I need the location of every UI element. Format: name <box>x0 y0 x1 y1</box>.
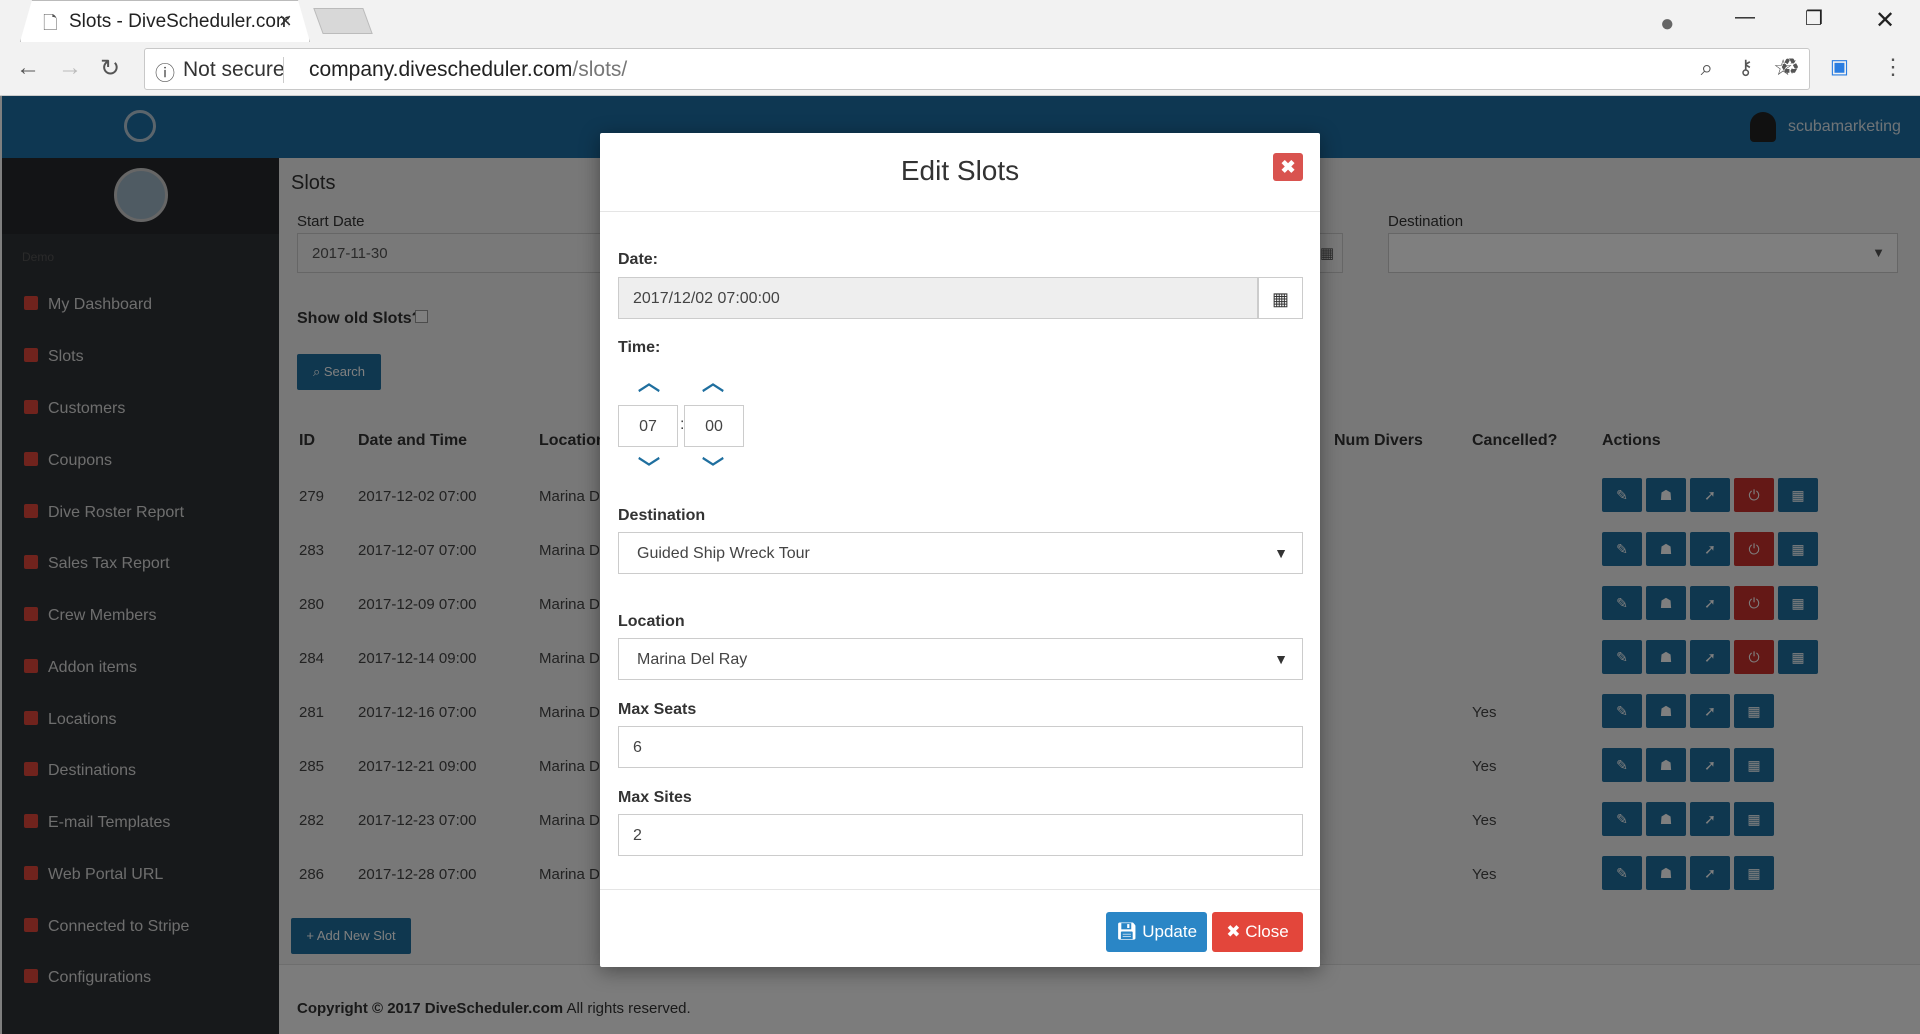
chevron-down-icon: ▼ <box>1274 545 1288 561</box>
time-label: Time: <box>618 339 661 356</box>
extension-recycle-icon[interactable]: ♻ <box>1780 54 1800 80</box>
address-bar[interactable]: ⓘ Not secure company.divescheduler.com/s… <box>144 48 1810 90</box>
browser-tab[interactable]: 🗋 Slots - DiveScheduler.com × <box>20 0 310 42</box>
max-seats-label: Max Seats <box>618 701 697 718</box>
max-seats-input[interactable]: 6 <box>618 726 1303 768</box>
minimize-icon[interactable]: — <box>1735 6 1755 29</box>
url-text: company.divescheduler.com/slots/ <box>309 58 628 81</box>
back-icon[interactable]: ← <box>16 54 40 82</box>
chevron-down-icon: ▼ <box>1274 651 1288 667</box>
info-icon[interactable]: ⓘ <box>155 57 175 86</box>
minute-up-chevron-icon[interactable]: ︿ <box>702 365 724 397</box>
profile-icon[interactable]: ● <box>1660 10 1675 38</box>
location-label: Location <box>618 613 685 630</box>
hour-up-chevron-icon[interactable]: ︿ <box>638 365 660 397</box>
minute-input[interactable]: 00 <box>684 405 744 447</box>
max-sites-input[interactable]: 2 <box>618 814 1303 856</box>
calendar-icon[interactable]: ▦ <box>1258 277 1303 319</box>
destination-select[interactable]: Guided Ship Wreck Tour ▼ <box>618 532 1303 574</box>
location-select[interactable]: Marina Del Ray ▼ <box>618 638 1303 680</box>
security-label: Not secure <box>183 58 285 81</box>
menu-icon[interactable]: ⋮ <box>1882 54 1904 80</box>
extension-cast-icon[interactable]: ▣ <box>1830 54 1849 79</box>
window-close-icon[interactable]: ✕ <box>1875 6 1895 35</box>
save-icon: 💾︎ <box>1115 922 1143 941</box>
hour-input[interactable]: 07 <box>618 405 678 447</box>
browser-chrome: 🗋 Slots - DiveScheduler.com × ● — ❐ ✕ ← … <box>0 0 1920 96</box>
date-label: Date: <box>618 251 659 268</box>
restore-icon[interactable]: ❐ <box>1805 6 1823 31</box>
forward-icon[interactable]: → <box>58 54 82 82</box>
zoom-icon[interactable]: ⌕ <box>1701 55 1713 81</box>
max-sites-label: Max Sites <box>618 789 692 806</box>
key-icon[interactable]: ⚷ <box>1738 55 1753 80</box>
close-icon: ✖ <box>1226 922 1246 941</box>
hour-down-chevron-icon[interactable]: ﹀ <box>638 451 660 483</box>
tab-close-icon[interactable]: × <box>279 8 292 34</box>
reload-icon[interactable]: ↻ <box>100 54 120 83</box>
tab-title: Slots - DiveScheduler.com <box>69 11 289 32</box>
minute-down-chevron-icon[interactable]: ﹀ <box>702 451 724 483</box>
new-tab-button[interactable] <box>313 8 373 34</box>
close-button[interactable]: ✖ Close <box>1212 912 1303 952</box>
destination-label: Destination <box>618 507 706 524</box>
update-button[interactable]: 💾︎ Update <box>1106 912 1207 952</box>
edit-slots-modal: Edit Slots ✖ Date: 2017/12/02 07:00:00 ▦… <box>600 133 1320 967</box>
modal-close-icon[interactable]: ✖ <box>1273 153 1303 181</box>
modal-title: Edit Slots <box>900 155 1020 186</box>
page-icon: 🗋 <box>43 13 58 33</box>
date-input[interactable]: 2017/12/02 07:00:00 <box>618 277 1258 319</box>
